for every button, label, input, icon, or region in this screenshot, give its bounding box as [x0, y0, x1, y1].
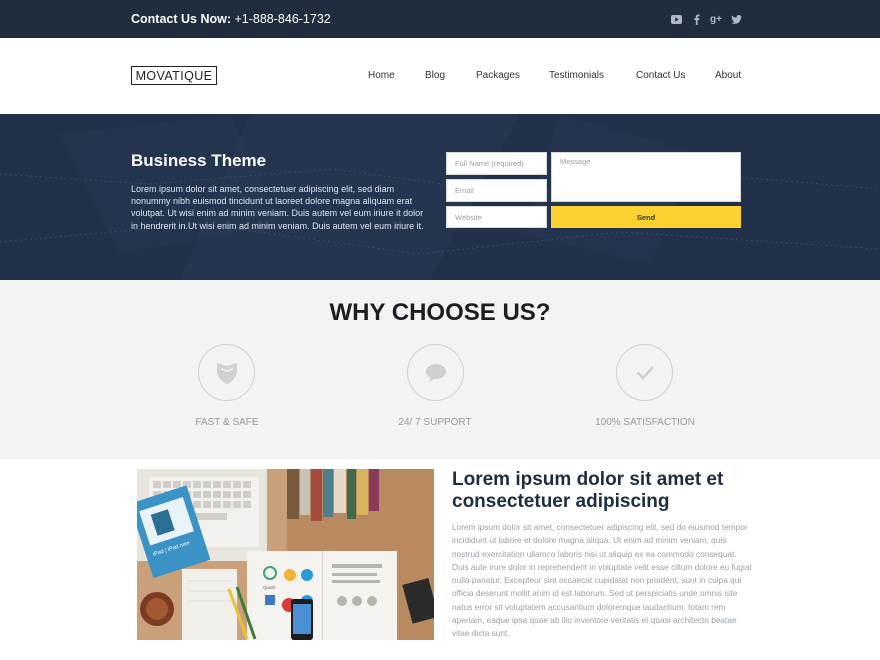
feature-label: 24/ 7 SUPPORT	[398, 417, 472, 428]
nav-home[interactable]: Home	[368, 70, 395, 81]
twitter-icon[interactable]	[729, 12, 743, 26]
phone-number[interactable]: +1-888-846-1732	[234, 12, 330, 26]
nav-blog[interactable]: Blog	[425, 70, 445, 81]
feature-satisfaction	[616, 344, 673, 401]
nav-packages[interactable]: Packages	[476, 70, 520, 81]
hero-text: Lorem ipsum dolor sit amet, consectetuer…	[131, 184, 424, 231]
feature-label: 100% SATISFACTION	[595, 417, 695, 428]
header: MOVATIQUE Home Blog Packages Testimonial…	[0, 38, 880, 114]
chat-bubble-icon	[425, 363, 446, 382]
send-button[interactable]: Send	[551, 206, 741, 228]
logo[interactable]: MOVATIQUE	[131, 66, 217, 85]
contact-label: Contact Us Now:	[131, 12, 231, 26]
facebook-icon[interactable]	[689, 12, 703, 26]
website-input[interactable]	[446, 206, 547, 228]
hero-section: Business Theme Lorem ipsum dolor sit ame…	[0, 114, 880, 280]
email-input[interactable]	[446, 179, 547, 202]
youtube-icon[interactable]	[669, 12, 683, 26]
hero-title: Business Theme	[131, 151, 267, 170]
section-title: WHY CHOOSE US?	[329, 299, 551, 326]
quark-label: Quark	[263, 585, 276, 590]
nav-testimonials[interactable]: Testimonials	[549, 70, 604, 81]
contact-line: Contact Us Now: +1-888-846-1732	[131, 12, 331, 26]
feature-support	[407, 344, 464, 401]
shield-icon	[216, 362, 237, 384]
feature-label: FAST & SAFE	[195, 417, 259, 428]
nav-contact-us[interactable]: Contact Us	[636, 70, 685, 81]
full-name-input[interactable]	[446, 152, 547, 175]
nav-about[interactable]: About	[715, 70, 741, 81]
desk-photo: iPad | iPad mini Quark	[137, 469, 434, 640]
why-choose-us-section: WHY CHOOSE US? FAST & SAFE 24/ 7 SUPPORT…	[0, 280, 880, 459]
google-plus-icon[interactable]: g+	[709, 12, 723, 26]
content-text: Lorem ipsum dolor sit amet, consectetuer…	[452, 522, 752, 639]
checkmark-icon	[636, 366, 653, 379]
top-bar: Contact Us Now: +1-888-846-1732 g+	[0, 0, 880, 38]
content-title: Lorem ipsum dolor sit amet et consectetu…	[452, 469, 724, 512]
feature-fast-safe	[198, 344, 255, 401]
google-plus-label: g+	[710, 13, 722, 25]
message-textarea[interactable]	[551, 152, 741, 202]
